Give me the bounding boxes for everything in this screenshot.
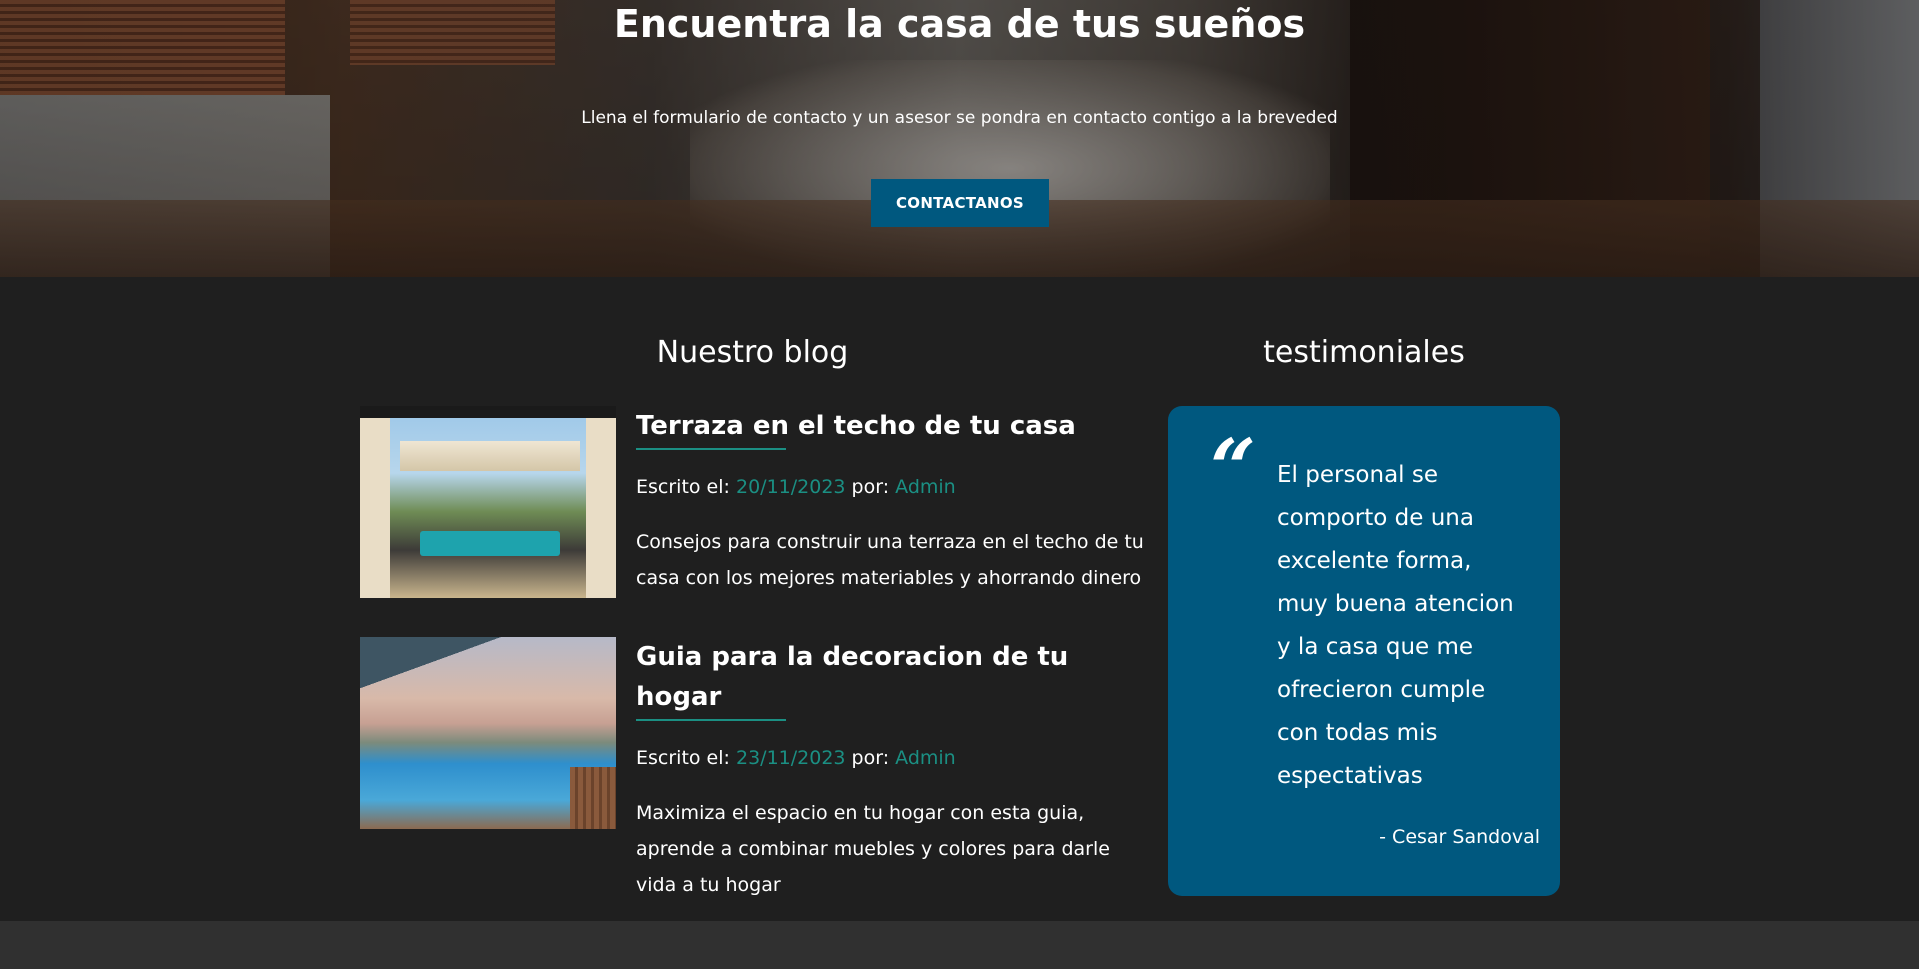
post-excerpt: Consejos para construir una terraza en e… bbox=[636, 531, 1144, 589]
hero-subtitle: Llena el formulario de contacto y un ase… bbox=[581, 108, 1338, 128]
written-label: Escrito el: bbox=[636, 476, 730, 498]
post-author-link[interactable]: Admin bbox=[895, 747, 956, 769]
contact-button[interactable]: CONTACTANOS bbox=[871, 179, 1049, 227]
post-date: 23/11/2023 bbox=[735, 747, 846, 769]
post-body: Guia para la decoracion de tu hogar Escr… bbox=[636, 637, 1146, 903]
post-title[interactable]: Guia para la decoracion de tu hogar bbox=[636, 637, 1146, 717]
post-excerpt: Maximiza el espacio en tu hogar con esta… bbox=[636, 802, 1110, 896]
post-thumbnail-terrace[interactable] bbox=[360, 406, 616, 598]
title-underline bbox=[636, 448, 786, 450]
hero-banner: Encuentra la casa de tus sueños Llena el… bbox=[0, 0, 1919, 277]
by-label: por: bbox=[851, 476, 890, 498]
post-author-link[interactable]: Admin bbox=[895, 476, 956, 498]
post-date: 20/11/2023 bbox=[735, 476, 846, 498]
title-underline bbox=[636, 719, 786, 721]
quote-icon: “ bbox=[1210, 421, 1257, 515]
post-meta: Escrito el: 20/11/2023 por: Admin bbox=[636, 474, 1146, 500]
hero-title: Encuentra la casa de tus sueños bbox=[613, 2, 1306, 46]
testimonial-author: - Cesar Sandoval bbox=[1379, 826, 1540, 848]
blog-heading: Nuestro blog bbox=[656, 335, 849, 370]
by-label: por: bbox=[851, 747, 890, 769]
post-meta: Escrito el: 23/11/2023 por: Admin bbox=[636, 745, 1146, 771]
testimonial-card: “ El personal se comporto de una excelen… bbox=[1168, 406, 1560, 896]
written-label: Escrito el: bbox=[636, 747, 730, 769]
post-thumbnail-pool[interactable] bbox=[360, 637, 616, 829]
testimonials-heading: testimoniales bbox=[1263, 335, 1465, 370]
post-body: Terraza en el techo de tu casa Escrito e… bbox=[636, 406, 1146, 596]
footer bbox=[0, 921, 1919, 969]
post-title[interactable]: Terraza en el techo de tu casa bbox=[636, 406, 1146, 446]
testimonial-quote: El personal se comporto de una excelente… bbox=[1277, 462, 1514, 789]
